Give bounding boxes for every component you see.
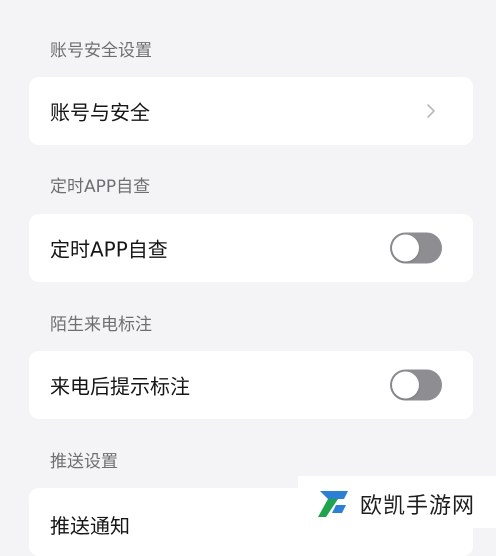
section-header-stranger-call-label: 陌生来电标注 [50, 315, 152, 335]
toggle-knob [392, 371, 419, 399]
section-header-account-security: 账号安全设置 [50, 41, 152, 61]
watermark: 欧凯手游网 [298, 476, 496, 528]
call-label-prompt-row-label: 来电后提示标注 [50, 374, 190, 399]
site-logo-icon [318, 491, 348, 517]
toggle-knob [392, 234, 419, 262]
account-security-row-label: 账号与安全 [50, 100, 150, 125]
watermark-text: 欧凯手游网 [360, 494, 476, 519]
scheduled-app-check-row: 定时APP自查 [29, 214, 473, 282]
chevron-right-icon [427, 104, 435, 118]
push-notification-row-label: 推送通知 [50, 514, 130, 538]
account-security-row[interactable]: 账号与安全 [29, 77, 473, 145]
section-header-push-settings: 推送设置 [50, 452, 118, 472]
call-label-prompt-row: 来电后提示标注 [29, 351, 473, 419]
call-label-prompt-toggle[interactable] [390, 369, 442, 401]
section-header-scheduled-app-check: 定时APP自查 [50, 177, 151, 197]
scheduled-app-check-row-label: 定时APP自查 [50, 237, 168, 262]
scheduled-app-check-toggle[interactable] [390, 232, 442, 264]
